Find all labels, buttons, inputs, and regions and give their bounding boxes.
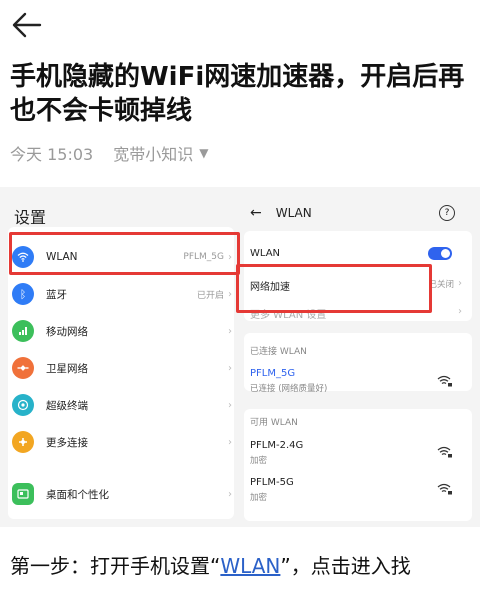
- settings-item-label: 更多连接: [46, 436, 88, 449]
- author-link[interactable]: 宽带小知识 ▼: [113, 141, 208, 165]
- connected-network-status: 已连接 (网络质量好): [250, 384, 328, 394]
- wlan-title: WLAN: [275, 206, 312, 220]
- article-title: 手机隐藏的WiFi网速加速器，开启后再也不会卡顿掉线: [10, 62, 465, 126]
- connected-network-row[interactable]: PFLM_5G 已连接 (网络质量好): [250, 368, 462, 394]
- chevron-right-icon: ›: [458, 278, 462, 289]
- settings-item-super-terminal[interactable]: 超级终端 ›: [12, 389, 232, 421]
- network-name: PFLM-5G: [250, 477, 294, 488]
- settings-item-bluetooth[interactable]: ᛒ 蓝牙 已开启 ›: [12, 278, 232, 310]
- chevron-right-icon: ›: [228, 325, 232, 337]
- settings-item-wlan[interactable]: WLAN PFLM_5G ›: [12, 241, 232, 273]
- satellite-icon: [12, 357, 34, 379]
- wlan-label: WLAN: [250, 248, 281, 259]
- chevron-right-icon: ›: [228, 488, 232, 500]
- wlan-panel: ← WLAN ? WLAN 网络加速 已关闭 › 更多 WLAN 设置 › 已连…: [240, 187, 480, 527]
- chevron-right-icon: ›: [458, 306, 462, 317]
- settings-item-label: 桌面和个性化: [46, 488, 109, 501]
- mobile-network-icon: [12, 320, 34, 342]
- chevron-right-icon: ›: [228, 362, 232, 374]
- back-arrow-icon[interactable]: [10, 8, 44, 42]
- network-row[interactable]: PFLM-2.4G 加密: [250, 440, 462, 466]
- network-row[interactable]: PFLM-5G 加密: [250, 477, 462, 503]
- network-boost-label: 网络加速: [250, 282, 290, 293]
- super-terminal-icon: [12, 394, 34, 416]
- settings-item-label: 卫星网络: [46, 362, 88, 375]
- settings-item-label: WLAN: [46, 251, 78, 263]
- article-body-text: 第一步：打开手机设置“WLAN”，点击进入找: [10, 550, 411, 579]
- wifi-signal-lock-icon: [437, 446, 452, 458]
- settings-item-label: 超级终端: [46, 399, 88, 412]
- wifi-signal-lock-icon: [437, 375, 452, 387]
- network-boost-row[interactable]: 网络加速 已关闭 ›: [250, 278, 462, 293]
- settings-item-mobile-network[interactable]: 移动网络 ›: [12, 315, 232, 347]
- chevron-right-icon: ›: [228, 436, 232, 448]
- network-security: 加密: [250, 456, 268, 466]
- settings-item-more-connections[interactable]: 更多连接 ›: [12, 426, 232, 458]
- publish-date: 今天 15:03: [10, 145, 94, 164]
- back-arrow-icon[interactable]: ←: [250, 205, 262, 221]
- chevron-right-icon: ›: [228, 288, 232, 300]
- wlan-toggle[interactable]: [428, 247, 452, 260]
- network-security: 加密: [250, 493, 268, 503]
- wifi-icon: [12, 246, 34, 268]
- settings-item-label: 移动网络: [46, 325, 88, 338]
- settings-item-desktop[interactable]: 桌面和个性化 ›: [12, 478, 232, 510]
- wifi-signal-lock-icon: [437, 483, 452, 495]
- chevron-right-icon: ›: [228, 399, 232, 411]
- chevron-right-icon: ›: [228, 251, 232, 263]
- desktop-icon: [12, 483, 34, 505]
- network-name: PFLM-2.4G: [250, 440, 304, 451]
- settings-item-value: 已开启: [196, 290, 224, 301]
- settings-item-satellite[interactable]: 卫星网络 ›: [12, 352, 232, 384]
- settings-panel: 设置 WLAN PFLM_5G › ᛒ 蓝牙 已开启 › 移动网络 › 卫星网络…: [0, 187, 240, 527]
- connected-network-name: PFLM_5G: [250, 368, 296, 379]
- settings-item-label: 蓝牙: [46, 288, 67, 301]
- bluetooth-icon: ᛒ: [12, 283, 34, 305]
- network-boost-value: 已关闭: [428, 280, 454, 290]
- more-wlan-settings-label: 更多 WLAN 设置: [250, 310, 327, 321]
- settings-title: 设置: [14, 208, 47, 227]
- more-connections-icon: [12, 431, 34, 453]
- wlan-header: ← WLAN: [250, 205, 312, 221]
- settings-screenshot: 设置 WLAN PFLM_5G › ᛒ 蓝牙 已开启 › 移动网络 › 卫星网络…: [0, 187, 480, 527]
- more-wlan-settings-row[interactable]: 更多 WLAN 设置 ›: [250, 306, 462, 321]
- dropdown-caret-icon: ▼: [199, 146, 209, 160]
- body-suffix: ”，点击进入找: [280, 554, 411, 578]
- help-icon[interactable]: ?: [439, 205, 455, 221]
- available-wlan-header: 可用 WLAN: [250, 418, 298, 428]
- body-prefix: 第一步：打开手机设置“: [10, 554, 221, 578]
- wlan-link[interactable]: WLAN: [220, 554, 280, 578]
- article-meta: 今天 15:03 宽带小知识 ▼: [10, 141, 208, 165]
- author-name: 宽带小知识: [113, 145, 194, 164]
- settings-item-value: PFLM_5G: [183, 252, 224, 262]
- connected-wlan-header: 已连接 WLAN: [250, 347, 307, 357]
